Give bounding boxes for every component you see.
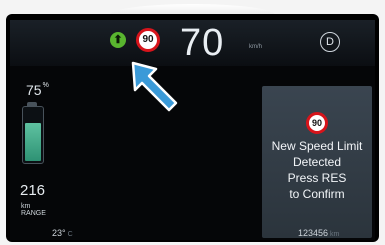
- battery-percent: 75%: [26, 82, 49, 98]
- notice-line-4: to Confirm: [289, 187, 345, 201]
- battery-percent-value: 75: [26, 82, 42, 98]
- battery-percent-symbol: %: [42, 82, 49, 89]
- speed-limit-notice-panel: 90 New Speed Limit Detected Press RES to…: [262, 86, 372, 238]
- range-unit-block: km RANGE: [21, 203, 46, 217]
- notice-message: New Speed Limit Detected Press RES to Co…: [262, 138, 372, 202]
- temperature-unit: C: [67, 231, 73, 238]
- outside-temperature: 23° C: [52, 228, 73, 238]
- speed-limit-sign-icon: 90: [136, 28, 160, 52]
- battery-icon: [22, 106, 44, 164]
- speed-unit: km/h: [249, 44, 263, 50]
- temperature-value: 23°: [52, 228, 66, 238]
- instrument-cluster-screen: ⬆ 90 70 km/h D 75% 216 km RANGE 90 New S…: [10, 20, 375, 240]
- speed-readout: 70: [180, 22, 225, 64]
- notice-line-1: New Speed Limit: [271, 139, 363, 153]
- range-unit: km: [21, 203, 31, 210]
- green-arrow-icon: ⬆: [110, 32, 126, 48]
- speed-limit-sign-icon: 90: [306, 112, 328, 134]
- battery-level-fill: [25, 123, 41, 161]
- range-value: 216: [20, 182, 46, 199]
- odometer: 123456 km: [298, 228, 339, 238]
- notice-line-2: Detected: [292, 155, 342, 169]
- odometer-unit: km: [330, 231, 340, 238]
- notice-line-3: Press RES: [287, 171, 347, 185]
- top-bar: ⬆ 90 70 km/h D: [10, 20, 375, 66]
- gear-indicator-icon: D: [320, 32, 340, 52]
- range-label: RANGE: [21, 210, 46, 217]
- odometer-value: 123456: [298, 228, 329, 238]
- pointer-arrow-icon: [131, 61, 178, 112]
